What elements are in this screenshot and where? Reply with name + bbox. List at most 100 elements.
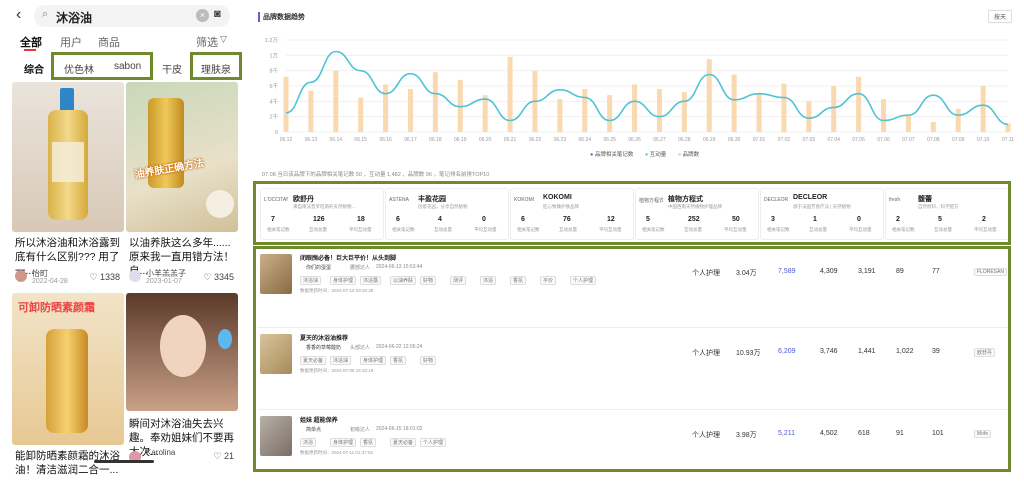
bar-brand-count[interactable] xyxy=(731,74,737,133)
heart-icon: ♡ xyxy=(213,451,222,461)
clear-icon[interactable]: × xyxy=(196,9,209,22)
legend-notes[interactable]: ● 品牌相关笔记数 xyxy=(590,152,633,158)
x-tick-label: 06.19 xyxy=(454,137,467,143)
bar-brand-count[interactable] xyxy=(781,83,787,132)
y-tick-label: 0 xyxy=(275,130,278,136)
x-tick-label: 06.23 xyxy=(554,137,567,143)
chip-comprehensive[interactable]: 综合 xyxy=(24,61,44,76)
scroll-indicator xyxy=(94,460,154,463)
mobile-search-panel: ‹ ⌕ 沐浴油 × ◙ 全部 用户 商品 筛选 ▽ 综合 优色林 sabon 干… xyxy=(0,0,248,481)
bar-brand-count[interactable] xyxy=(980,86,986,132)
period-button[interactable]: 按天 xyxy=(988,10,1013,23)
highlight-laroche-chip xyxy=(190,52,242,80)
bar-brand-count[interactable] xyxy=(905,115,911,132)
bar-brand-count[interactable] xyxy=(706,59,712,132)
card-likes[interactable]: ♡ 1338 xyxy=(89,272,120,283)
bar-brand-count[interactable] xyxy=(358,97,364,133)
tab-user[interactable]: 用户 xyxy=(60,34,82,50)
bar-brand-count[interactable] xyxy=(632,84,638,132)
x-tick-label: 07.03 xyxy=(803,137,816,143)
x-tick-label: 06.16 xyxy=(379,137,392,143)
bar-brand-count[interactable] xyxy=(482,95,488,132)
x-tick-label: 06.26 xyxy=(628,137,641,143)
dashboard-title: 品牌数据趋势 xyxy=(258,12,305,22)
likes-count: 21 xyxy=(223,451,234,461)
x-tick-label: 07.01 xyxy=(753,137,766,143)
x-tick-label: 07.09 xyxy=(952,137,965,143)
cleansing-oil-image: 可卸防晒素颜霜 xyxy=(12,293,124,445)
x-tick-label: 06.20 xyxy=(479,137,492,143)
bar-brand-count[interactable] xyxy=(756,92,762,132)
search-bar[interactable]: ⌕ 沐浴油 × ◙ xyxy=(34,5,230,27)
bar-brand-count[interactable] xyxy=(582,89,588,132)
bioderma-oil-image xyxy=(12,82,124,232)
x-tick-label: 06.24 xyxy=(579,137,592,143)
avatar xyxy=(15,270,27,282)
tab-all[interactable]: 全部 xyxy=(20,34,42,50)
overlay-text: 可卸防晒素颜霜 xyxy=(18,302,95,314)
filter-button[interactable]: 筛选 xyxy=(196,34,218,50)
soap-dish xyxy=(206,190,234,218)
bar-brand-count[interactable] xyxy=(607,95,613,132)
x-tick-label: 06.14 xyxy=(330,137,343,143)
drop-icon xyxy=(218,329,232,349)
bar-brand-count[interactable] xyxy=(681,92,687,132)
note-card[interactable]: 所以沐浴油和沐浴露到底有什么区别??? 用了一... 怡町 2022-04-28… xyxy=(12,82,124,288)
legend-brands[interactable]: ■ 品牌数 xyxy=(678,152,699,158)
bottle-label xyxy=(52,142,84,182)
x-tick-label: 06.22 xyxy=(529,137,542,143)
x-tick-label: 07.05 xyxy=(852,137,865,143)
card-date: 2023-01-07 xyxy=(146,278,182,285)
heart-icon: ♡ xyxy=(89,272,98,282)
x-tick-label: 06.21 xyxy=(504,137,517,143)
bar-brand-count[interactable] xyxy=(856,76,862,132)
card-likes[interactable]: ♡ 3345 xyxy=(203,272,234,283)
x-tick-label: 06.17 xyxy=(404,137,417,143)
y-tick-label: 6千 xyxy=(269,82,278,90)
line-interactions[interactable] xyxy=(285,50,1009,126)
tab-product[interactable]: 商品 xyxy=(98,34,120,50)
card-date: 2022-04-28 xyxy=(32,278,68,285)
bar-brand-count[interactable] xyxy=(955,109,961,132)
bar-brand-count[interactable] xyxy=(831,86,837,132)
bar-brand-count[interactable] xyxy=(432,72,438,132)
y-tick-label: 2千 xyxy=(269,113,278,121)
face-video-image xyxy=(126,293,238,411)
note-card[interactable]: 油养肤正确方法 以油养肤这么多年......原来我一直用错方法！ 自... 小羊… xyxy=(126,82,238,288)
bar-brand-count[interactable] xyxy=(383,84,389,132)
face xyxy=(160,315,206,377)
bar-brand-count[interactable] xyxy=(557,99,563,132)
chip-dry-skin[interactable]: 干皮 xyxy=(162,61,182,76)
x-tick-label: 07.06 xyxy=(877,137,890,143)
back-icon[interactable]: ‹ xyxy=(16,6,21,24)
bar-brand-count[interactable] xyxy=(308,90,314,132)
legend-interactions[interactable]: ● 互动量 xyxy=(645,152,666,158)
filter-icon[interactable]: ▽ xyxy=(220,34,227,45)
summary-text: 07.08 当日该品牌下的品牌相关笔记数 50 ，互动量 1,482 ，品牌数 … xyxy=(262,172,490,178)
x-tick-label: 06.18 xyxy=(429,137,442,143)
x-tick-label: 06.28 xyxy=(678,137,691,143)
bar-brand-count[interactable] xyxy=(283,76,289,132)
camera-icon[interactable]: ◙ xyxy=(214,8,221,20)
likes-count: 1338 xyxy=(99,272,120,282)
x-tick-label: 07.04 xyxy=(827,137,840,143)
x-tick-label: 06.12 xyxy=(280,137,293,143)
x-tick-label: 07.08 xyxy=(927,137,940,143)
bar-brand-count[interactable] xyxy=(407,89,413,132)
chart-legend: ● 品牌相关笔记数 ● 互动量 ■ 品牌数 xyxy=(590,150,699,158)
x-tick-label: 06.30 xyxy=(728,137,741,143)
bar-brand-count[interactable] xyxy=(881,99,887,132)
y-tick-label: 1.2万 xyxy=(265,37,279,44)
bar-brand-count[interactable] xyxy=(333,70,339,132)
bar-brand-count[interactable] xyxy=(656,89,662,132)
x-tick-label: 06.13 xyxy=(305,137,318,143)
bar-brand-count[interactable] xyxy=(930,122,936,132)
note-card[interactable]: 瞬间对沐浴油失去兴趣。奉劝姐妹们不要再太次... Karolina ♡ 21 xyxy=(126,293,238,481)
note-card[interactable]: 可卸防晒素颜霜 能卸防晒素颜霜的沐浴油！清洁滋润二合一... xyxy=(12,293,124,481)
likes-count: 3345 xyxy=(213,272,234,282)
search-query[interactable]: 沐浴油 xyxy=(56,9,92,26)
card-likes[interactable]: ♡ 21 xyxy=(213,451,234,462)
x-tick-label: 07.10 xyxy=(977,137,990,143)
x-tick-label: 06.27 xyxy=(653,137,666,143)
bar-brand-count[interactable] xyxy=(806,101,812,132)
